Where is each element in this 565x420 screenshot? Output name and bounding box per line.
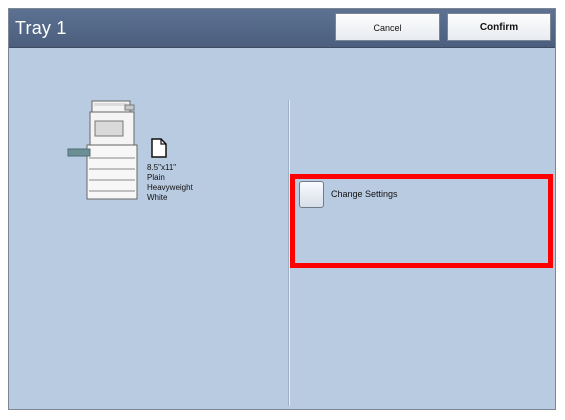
tray-settings-window: Tray 1 Cancel Confirm 8.5"x11" Plain Hea…	[8, 8, 556, 410]
printer-copier-icon	[67, 100, 138, 200]
tray-paper-details: 8.5"x11" Plain Heavyweight White	[147, 163, 193, 203]
cancel-button[interactable]: Cancel	[335, 13, 440, 41]
paper-size-label: 8.5"x11"	[147, 163, 177, 172]
page-title: Tray 1	[15, 18, 67, 38]
highlight-box	[290, 174, 553, 268]
window-header: Tray 1 Cancel Confirm	[9, 9, 555, 48]
paper-color-label: White	[147, 193, 168, 202]
paper-type-label: Plain	[147, 173, 165, 182]
confirm-button[interactable]: Confirm	[447, 13, 551, 41]
paper-sheet-icon	[151, 138, 167, 158]
paper-weight-label: Heavyweight	[147, 183, 193, 192]
